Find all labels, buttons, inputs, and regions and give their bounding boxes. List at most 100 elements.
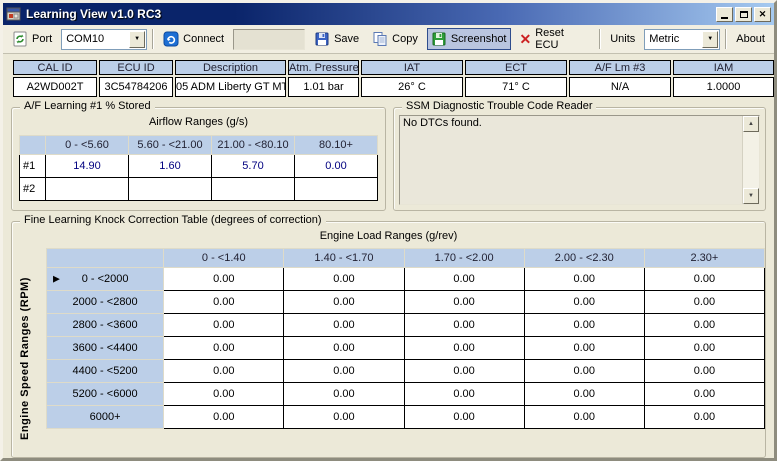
dtc-scrollbar[interactable]: ▲ ▼ (742, 116, 759, 204)
knock-cell[interactable]: 0.00 (524, 360, 644, 383)
toolbar: Port COM10 ▼ Connect (3, 25, 774, 54)
knock-row-header[interactable]: 4400 - <5200 (47, 360, 164, 383)
units-combobox[interactable]: Metric ▼ (644, 29, 720, 50)
knock-cell[interactable]: 0.00 (404, 291, 524, 314)
knock-cell[interactable]: 0.00 (164, 337, 284, 360)
app-icon (6, 7, 22, 22)
af-cell (129, 178, 212, 201)
knock-cell[interactable]: 0.00 (524, 314, 644, 337)
status-textbox[interactable] (233, 29, 305, 50)
about-button[interactable]: About (732, 30, 769, 48)
knock-cell[interactable]: 0.00 (164, 314, 284, 337)
knock-cell[interactable]: 0.00 (164, 406, 284, 429)
knock-cell[interactable]: 0.00 (524, 337, 644, 360)
knock-correction-groupbox: Fine Learning Knock Correction Table (de… (11, 221, 766, 458)
knock-row-header[interactable]: 5200 - <6000 (47, 383, 164, 406)
info-value-ecu-id: 3C54784206 (99, 77, 173, 97)
knock-cell[interactable]: 0.00 (404, 314, 524, 337)
copy-icon (372, 31, 388, 47)
info-value-iat: 26° C (361, 77, 463, 97)
reset-ecu-label: Reset ECU (535, 27, 590, 51)
info-header-atm-pressure: Atm. Pressure (288, 60, 359, 75)
af-cell: 14.90 (46, 155, 129, 178)
knock-cell[interactable]: 0.00 (164, 268, 284, 291)
minimize-button[interactable] (716, 7, 733, 22)
knock-cell[interactable]: 0.00 (644, 268, 764, 291)
knock-cell[interactable]: 0.00 (284, 314, 404, 337)
knock-cell[interactable]: 0.00 (284, 337, 404, 360)
maximize-button[interactable] (735, 7, 752, 22)
info-value-description: 05 ADM Liberty GT MT (175, 77, 286, 97)
dtc-reader-groupbox: SSM Diagnostic Trouble Code Reader No DT… (393, 107, 766, 211)
knock-column-header[interactable]: 2.00 - <2.30 (524, 249, 644, 268)
knock-row-header[interactable]: 6000+ (47, 406, 164, 429)
save-button[interactable]: Save (310, 28, 363, 50)
knock-column-header[interactable]: 1.70 - <2.00 (404, 249, 524, 268)
scroll-up-button[interactable]: ▲ (743, 116, 759, 132)
af-cell (295, 178, 378, 201)
knock-cell[interactable]: 0.00 (404, 268, 524, 291)
info-header-ecu-id: ECU ID (99, 60, 173, 75)
af-cell: 0.00 (295, 155, 378, 178)
copy-label: Copy (392, 33, 418, 45)
knock-cell[interactable]: 0.00 (644, 406, 764, 429)
knock-cell[interactable]: 0.00 (644, 337, 764, 360)
knock-cell[interactable]: 0.00 (164, 360, 284, 383)
info-header-cal-id: CAL ID (13, 60, 97, 75)
info-value-cal-id: A2WD002T (13, 77, 97, 97)
knock-cell[interactable]: 0.00 (284, 406, 404, 429)
knock-row-header[interactable]: 2000 - <2800 (47, 291, 164, 314)
knock-row-header[interactable]: 2800 - <3600 (47, 314, 164, 337)
toolbar-separator (725, 29, 727, 49)
knock-row-header[interactable]: 3600 - <4400 (47, 337, 164, 360)
knock-column-header[interactable]: 2.30+ (644, 249, 764, 268)
close-icon: ✕ (759, 9, 767, 20)
knock-cell[interactable]: 0.00 (524, 268, 644, 291)
knock-column-header[interactable]: 1.40 - <1.70 (284, 249, 404, 268)
knock-cell[interactable]: 0.00 (524, 383, 644, 406)
af-learning-table: 0 - <5.60 5.60 - <21.00 21.00 - <80.10 8… (19, 135, 378, 201)
port-combobox[interactable]: COM10 ▼ (61, 29, 147, 50)
close-button[interactable]: ✕ (754, 7, 771, 22)
af-learning-groupbox: A/F Learning #1 % Stored Airflow Ranges … (11, 107, 386, 211)
knock-cell[interactable]: 0.00 (644, 383, 764, 406)
knock-cell[interactable]: 0.00 (404, 406, 524, 429)
reset-ecu-button[interactable]: ✕ Reset ECU (516, 24, 595, 54)
info-value-af-lm-3: N/A (569, 77, 671, 97)
port-label: Port (32, 33, 52, 45)
window-title: Learning View v1.0 RC3 (26, 7, 712, 21)
connect-label: Connect (183, 33, 224, 45)
af-column-header: 0 - <5.60 (46, 136, 129, 155)
copy-button[interactable]: Copy (368, 28, 422, 50)
knock-cell[interactable]: 0.00 (524, 291, 644, 314)
knock-column-header[interactable]: 0 - <1.40 (164, 249, 284, 268)
knock-cell[interactable]: 0.00 (644, 314, 764, 337)
knock-cell[interactable]: 0.00 (644, 360, 764, 383)
knock-corner-cell[interactable] (47, 249, 164, 268)
connect-button[interactable]: Connect (159, 28, 228, 50)
af-cell (46, 178, 129, 201)
chevron-down-icon[interactable]: ▼ (129, 31, 145, 48)
knock-cell[interactable]: 0.00 (164, 291, 284, 314)
knock-cell[interactable]: 0.00 (404, 383, 524, 406)
knock-cell[interactable]: 0.00 (524, 406, 644, 429)
knock-cell[interactable]: 0.00 (164, 383, 284, 406)
dtc-output-box[interactable]: No DTCs found. ▲ ▼ (399, 115, 760, 205)
title-bar[interactable]: Learning View v1.0 RC3 ✕ (3, 3, 774, 25)
knock-row-header[interactable]: ▶ 0 - <2000 (47, 268, 164, 291)
chevron-down-icon[interactable]: ▼ (702, 31, 718, 48)
knock-cell[interactable]: 0.00 (284, 360, 404, 383)
engine-load-ranges-title: Engine Load Ranges (g/rev) (12, 230, 765, 242)
knock-cell[interactable]: 0.00 (404, 360, 524, 383)
knock-cell[interactable]: 0.00 (284, 383, 404, 406)
scroll-down-button[interactable]: ▼ (743, 188, 759, 204)
knock-cell[interactable]: 0.00 (404, 337, 524, 360)
knock-cell[interactable]: 0.00 (284, 268, 404, 291)
port-refresh-button[interactable]: Port (8, 28, 56, 50)
port-combobox-value: COM10 (62, 33, 129, 45)
toolbar-separator (152, 29, 154, 49)
knock-cell[interactable]: 0.00 (284, 291, 404, 314)
knock-cell[interactable]: 0.00 (644, 291, 764, 314)
screenshot-button[interactable]: Screenshot (427, 28, 511, 50)
reset-ecu-icon: ✕ (520, 32, 532, 46)
